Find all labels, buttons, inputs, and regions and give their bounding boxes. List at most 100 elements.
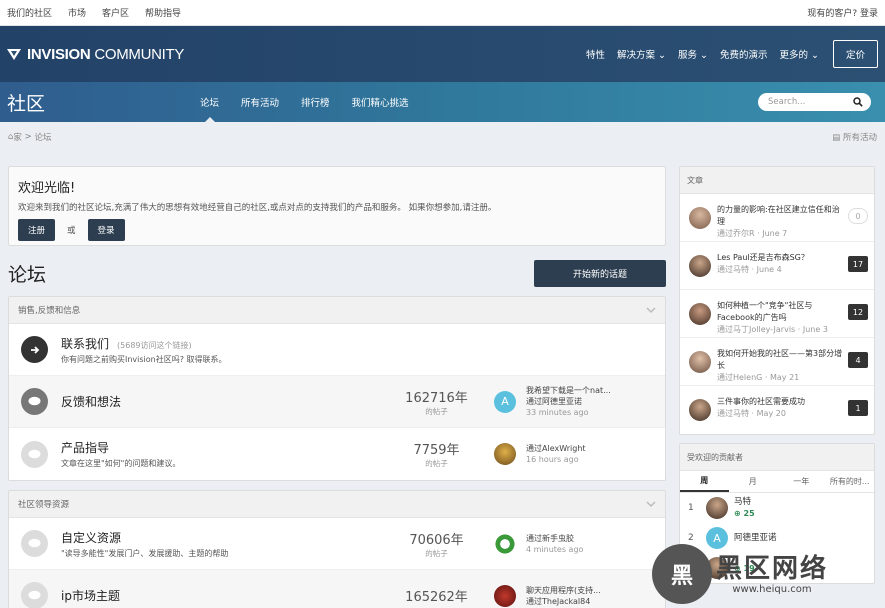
avatar[interactable] [689,207,711,229]
link-marketplace[interactable]: 市场 [68,6,86,19]
forum-title[interactable]: ip市场主题 [61,587,391,604]
article-author[interactable]: 通过马丁Jolley-Jarvis [717,325,795,334]
avatar[interactable]: A [494,390,516,413]
tab-month[interactable]: 月 [729,471,778,492]
forum-description: 你有问题之前购买Invision社区吗? 取得联系。 [61,354,227,364]
forum-title[interactable]: 自定义资源 [61,529,391,546]
post-count: 165262年 [405,590,468,605]
last-post-title[interactable]: 我希望下载是一个nat... [526,385,611,396]
breadcrumb-home[interactable]: 家 [13,131,22,143]
start-new-topic-button[interactable]: 开始新的话题 [534,259,666,287]
forum-title[interactable]: 联系我们 [61,337,109,351]
contributor-rank: 1 [688,503,694,513]
tab-week[interactable]: 周 [680,471,729,492]
contributor-name[interactable]: 马特 [734,497,755,508]
nav-services[interactable]: 服务 ⌄ [678,47,708,61]
chat-bubble-icon [21,582,48,608]
all-activity-link[interactable]: ▤ 所有活动 [832,131,877,143]
forum-row[interactable]: 自定义资源 "读导多能性"发展门户、发展援助、主题的帮助 70606年 的帖子 … [9,518,665,570]
avatar[interactable] [494,584,516,607]
category-title: 销售,反馈和信息 [18,306,81,316]
last-post-author[interactable]: 通过阿德里亚诺 [526,396,611,407]
avatar[interactable] [494,532,516,555]
widget-title: 文章 [680,167,874,194]
tab-all-time[interactable]: 所有的时... [826,471,875,492]
community-nav: 社区 论坛 所有活动 排行榜 我们精心挑选 Search... [0,82,885,122]
article-author[interactable]: 通过马特 [717,409,749,418]
nav-more[interactable]: 更多的 ⌄ [779,47,819,61]
article-item[interactable]: 如何种植一个"竞争"社区与Facebook的广告吗 通过马丁Jolley-Jarv… [680,290,874,338]
article-item[interactable]: 的力量的影响:在社区建立信任和治理 通过乔尔R · June 7 0 [680,194,874,242]
chevron-down-icon[interactable] [646,499,656,509]
category-header[interactable]: 销售,反馈和信息 [9,297,665,324]
article-title[interactable]: 的力量的影响:在社区建立信任和治理 [717,204,843,228]
search-icon[interactable] [853,97,863,107]
register-button[interactable]: 注册 [18,219,56,241]
avatar[interactable] [706,497,728,519]
article-date: June 7 [762,229,788,238]
reputation-count: 25 [743,509,755,518]
forum-description: "读导多能性"发展门户、发展援助、主题的帮助 [61,548,229,558]
avatar[interactable] [689,255,711,277]
last-post[interactable]: A 我希望下载是一个nat... 通过阿德里亚诺 33 minutes ago [494,385,611,418]
tab-leaderboard[interactable]: 排行榜 [290,82,341,122]
link-our-community[interactable]: 我们的社区 [7,6,52,19]
tab-our-picks[interactable]: 我们精心挑选 [341,82,420,122]
tab-year[interactable]: 一年 [777,471,826,492]
last-post-title[interactable]: 聊天应用程序(支持... [526,585,601,596]
avatar[interactable] [689,351,711,373]
last-post[interactable]: 通过AlexWright 16 hours ago [494,443,586,465]
pricing-button[interactable]: 定价 [832,40,878,68]
login-button[interactable]: 登录 [87,219,125,241]
category-header[interactable]: 社区领导资源 [9,491,665,518]
forum-title[interactable]: 产品指导 [61,439,391,456]
article-item[interactable]: Les Paul还是吉布森SG？ 通过马特 · June 4 17 [680,242,874,290]
article-title[interactable]: Les Paul还是吉布森SG？ [717,252,843,264]
post-count: 162716年 的帖子 [405,390,468,416]
last-post-author[interactable]: 通过新手虫胶 [526,533,583,544]
article-title[interactable]: 三件事你的社区需要成功 [717,396,843,408]
forum-row[interactable]: ip市场主题 165262年 聊天应用程序(支持... 通过TheJackal8… [9,570,665,608]
chevron-down-icon[interactable] [646,305,656,315]
comment-count-badge: 17 [848,256,868,272]
nav-solutions[interactable]: 解决方案 ⌄ [617,47,666,61]
article-author[interactable]: 通过马特 [717,265,749,274]
article-title[interactable]: 我如何开始我的社区——第3部分增长 [717,348,843,372]
or-label: 或 [67,226,76,236]
avatar[interactable] [494,443,516,465]
article-item[interactable]: 我如何开始我的社区——第3部分增长 通过HelenG · May 21 4 [680,338,874,386]
activity-icon: ▤ [832,133,843,143]
nav-free-demo[interactable]: 免费的演示 [720,47,768,61]
last-post-time: 16 hours ago [526,455,579,464]
tab-all-activity[interactable]: 所有活动 [230,82,290,122]
forum-row[interactable]: 联系我们 (5689访问这个链接) 你有问题之前购买Invision社区吗? 取得… [9,324,665,376]
search-placeholder: Search... [768,97,806,107]
link-client-area[interactable]: 客户区 [102,6,129,19]
search-input[interactable]: Search... [758,93,871,111]
sign-in-link[interactable]: 现有的客户? 登录 [807,6,878,19]
article-author[interactable]: 通过乔尔R [717,229,755,238]
forum-row[interactable]: 产品指导 文章在这里"如何"的问题和建议。 7759年 的帖子 通过AlexWr… [9,428,665,480]
last-post-author[interactable]: 通过TheJackal84 [526,596,601,607]
avatar[interactable] [689,303,711,325]
invision-logo[interactable]: INVISION COMMUNITY [7,46,184,63]
nav-features[interactable]: 特性 [586,47,605,61]
last-post-author[interactable]: 通过AlexWright [526,443,586,454]
avatar[interactable] [689,399,711,421]
community-title[interactable]: 社区 [7,89,189,116]
tab-forums[interactable]: 论坛 [189,82,230,122]
breadcrumb: ⌂ 家 > 论坛 ▤ 所有活动 [0,122,885,152]
article-author[interactable]: 通过HelenG [717,373,762,382]
logo-bold-text: INVISION [27,45,91,63]
chat-bubble-icon [21,530,48,557]
article-title[interactable]: 如何种植一个"竞争"社区与Facebook的广告吗 [717,300,843,324]
link-help-guides[interactable]: 帮助指导 [145,6,181,19]
article-item[interactable]: 三件事你的社区需要成功 通过马特 · May 20 1 [680,386,874,434]
forum-category: 社区领导资源 自定义资源 "读导多能性"发展门户、发展援助、主题的帮助 7060… [8,490,666,608]
forum-row[interactable]: 反馈和想法 162716年 的帖子 A 我希望下载是一个nat... 通过阿德里… [9,376,665,428]
last-post[interactable]: 聊天应用程序(支持... 通过TheJackal84 [494,584,601,607]
contributor-row[interactable]: 1 马特 ⊕ 25 [680,493,874,523]
forum-title[interactable]: 反馈和想法 [61,393,391,410]
forum-description: 文章在这里"如何"的问题和建议。 [61,459,181,468]
last-post[interactable]: 通过新手虫胶 4 minutes ago [494,532,583,555]
